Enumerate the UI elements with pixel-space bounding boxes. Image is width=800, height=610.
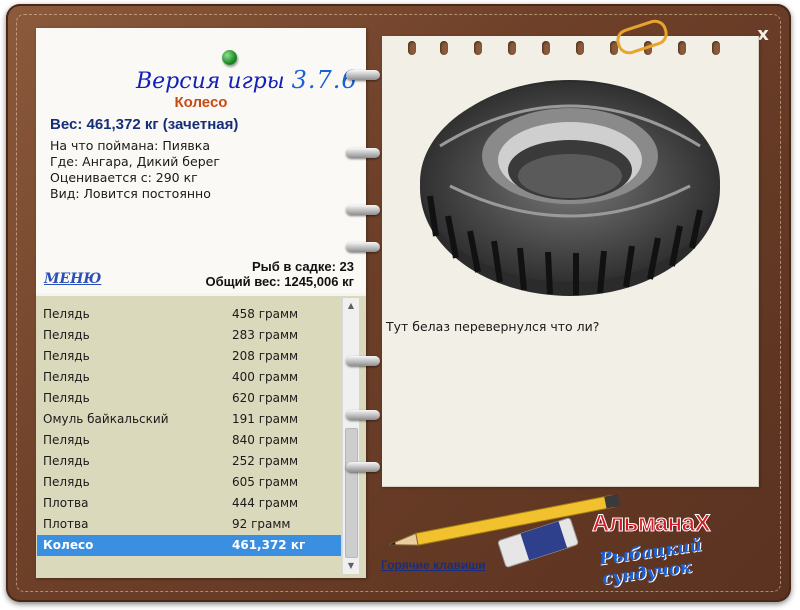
- version-prefix: Версия игры: [136, 69, 285, 94]
- catch-list-row[interactable]: Пелядь 620 грамм: [37, 388, 341, 409]
- pushpin-icon: [222, 50, 237, 65]
- page-hole: [474, 41, 482, 55]
- catch-fish-name: Пелядь: [43, 475, 90, 489]
- page-hole: [542, 41, 550, 55]
- catch-fish-weight: 252 грамм: [232, 454, 299, 468]
- hotkeys-link[interactable]: Горячие клавиши: [381, 558, 486, 572]
- tire-image: [420, 80, 720, 296]
- almanac-logo: АльманаХ Рыбацкий сундучок: [586, 506, 766, 596]
- binder-ring: [346, 205, 380, 215]
- catch-list-row[interactable]: Пелядь 840 грамм: [37, 430, 341, 451]
- logo-top-text: АльманаХ: [592, 510, 711, 538]
- catch-fish-name: Пелядь: [43, 349, 90, 363]
- page-hole: [576, 41, 584, 55]
- catch-list-row-selected[interactable]: Колесо 461,372 кг: [37, 535, 341, 556]
- total-weight: Общий вес: 1245,006 кг: [205, 274, 354, 289]
- catch-fish-name: Плотва: [43, 496, 89, 510]
- catch-fish-weight: 283 грамм: [232, 328, 299, 342]
- fish-location: Где: Ангара, Дикий берег: [50, 154, 220, 169]
- catch-list-row[interactable]: Пелядь 605 грамм: [37, 472, 341, 493]
- catch-fish-weight: 444 грамм: [232, 496, 299, 510]
- catch-list-row[interactable]: Плотва 444 грамм: [37, 493, 341, 514]
- binder-ring: [346, 148, 380, 158]
- fish-value: Оценивается с: 290 кг: [50, 170, 198, 185]
- catch-fish-weight: 840 грамм: [232, 433, 299, 447]
- page-hole: [440, 41, 448, 55]
- binder-ring: [346, 410, 380, 420]
- catch-list-row[interactable]: Омуль байкальский 191 грамм: [37, 409, 341, 430]
- catch-fish-weight: 208 грамм: [232, 349, 299, 363]
- catch-fish-name: Плотва: [43, 517, 89, 531]
- catch-fish-name: Пелядь: [43, 370, 90, 384]
- fish-type: Вид: Ловится постоянно: [50, 186, 211, 201]
- catch-list-row[interactable]: Плотва 92 грамм: [37, 514, 341, 535]
- binder-ring: [346, 356, 380, 366]
- catch-list-row[interactable]: Пелядь 208 грамм: [37, 346, 341, 367]
- catch-fish-weight: 620 грамм: [232, 391, 299, 405]
- catch-fish-weight: 400 грамм: [232, 370, 299, 384]
- catch-fish-weight: 92 грамм: [232, 517, 291, 531]
- catch-fish-weight: 191 грамм: [232, 412, 299, 426]
- catch-fish-weight: 458 грамм: [232, 307, 299, 321]
- page-hole: [508, 41, 516, 55]
- fish-name: Колесо: [174, 94, 228, 111]
- fish-details: На что поймана: Пиявка Где: Ангара, Дики…: [50, 138, 220, 202]
- catch-list-row[interactable]: Пелядь 458 грамм: [37, 304, 341, 325]
- left-page: Версия игры 3.7.6 Колесо Вес: 461,372 кг…: [36, 28, 366, 578]
- catch-list-panel: Пелядь 458 грамм Пелядь 283 грамм Пелядь 208 …: [36, 296, 366, 578]
- catch-fish-name: Пелядь: [43, 391, 90, 405]
- binder-ring: [346, 242, 380, 252]
- fish-info-panel: Версия игры 3.7.6 Колесо Вес: 461,372 кг…: [36, 28, 366, 293]
- binder-ring: [346, 70, 380, 80]
- eraser-icon: [497, 517, 579, 568]
- catch-fish-weight: 605 грамм: [232, 475, 299, 489]
- catch-list[interactable]: Пелядь 458 грамм Пелядь 283 грамм Пелядь 208 …: [37, 304, 341, 556]
- menu-link[interactable]: МЕНЮ: [44, 271, 101, 287]
- catch-fish-name: Колесо: [43, 538, 94, 552]
- catch-list-row[interactable]: Пелядь 400 грамм: [37, 367, 341, 388]
- catch-fish-weight: 461,372 кг: [232, 538, 306, 552]
- catch-fish-name: Омуль байкальский: [43, 412, 169, 426]
- fish-bait: На что поймана: Пиявка: [50, 138, 210, 153]
- catch-list-row[interactable]: Пелядь 252 грамм: [37, 451, 341, 472]
- page-hole: [408, 41, 416, 55]
- fish-description: Тут белаз перевернулся что ли?: [386, 319, 600, 334]
- page-holes: [382, 41, 758, 55]
- game-version: Версия игры 3.7.6: [136, 66, 358, 94]
- catch-fish-name: Пелядь: [43, 433, 90, 447]
- fish-weight: Вес: 461,372 кг (зачетная): [50, 116, 239, 133]
- page-hole: [678, 41, 686, 55]
- catch-list-row[interactable]: Пелядь 283 грамм: [37, 325, 341, 346]
- keep-count: Рыб в садке: 23: [251, 259, 354, 274]
- binder-ring: [346, 462, 380, 472]
- catch-fish-name: Пелядь: [43, 307, 90, 321]
- catch-fish-name: Пелядь: [43, 328, 90, 342]
- catch-fish-name: Пелядь: [43, 454, 90, 468]
- page-hole: [712, 41, 720, 55]
